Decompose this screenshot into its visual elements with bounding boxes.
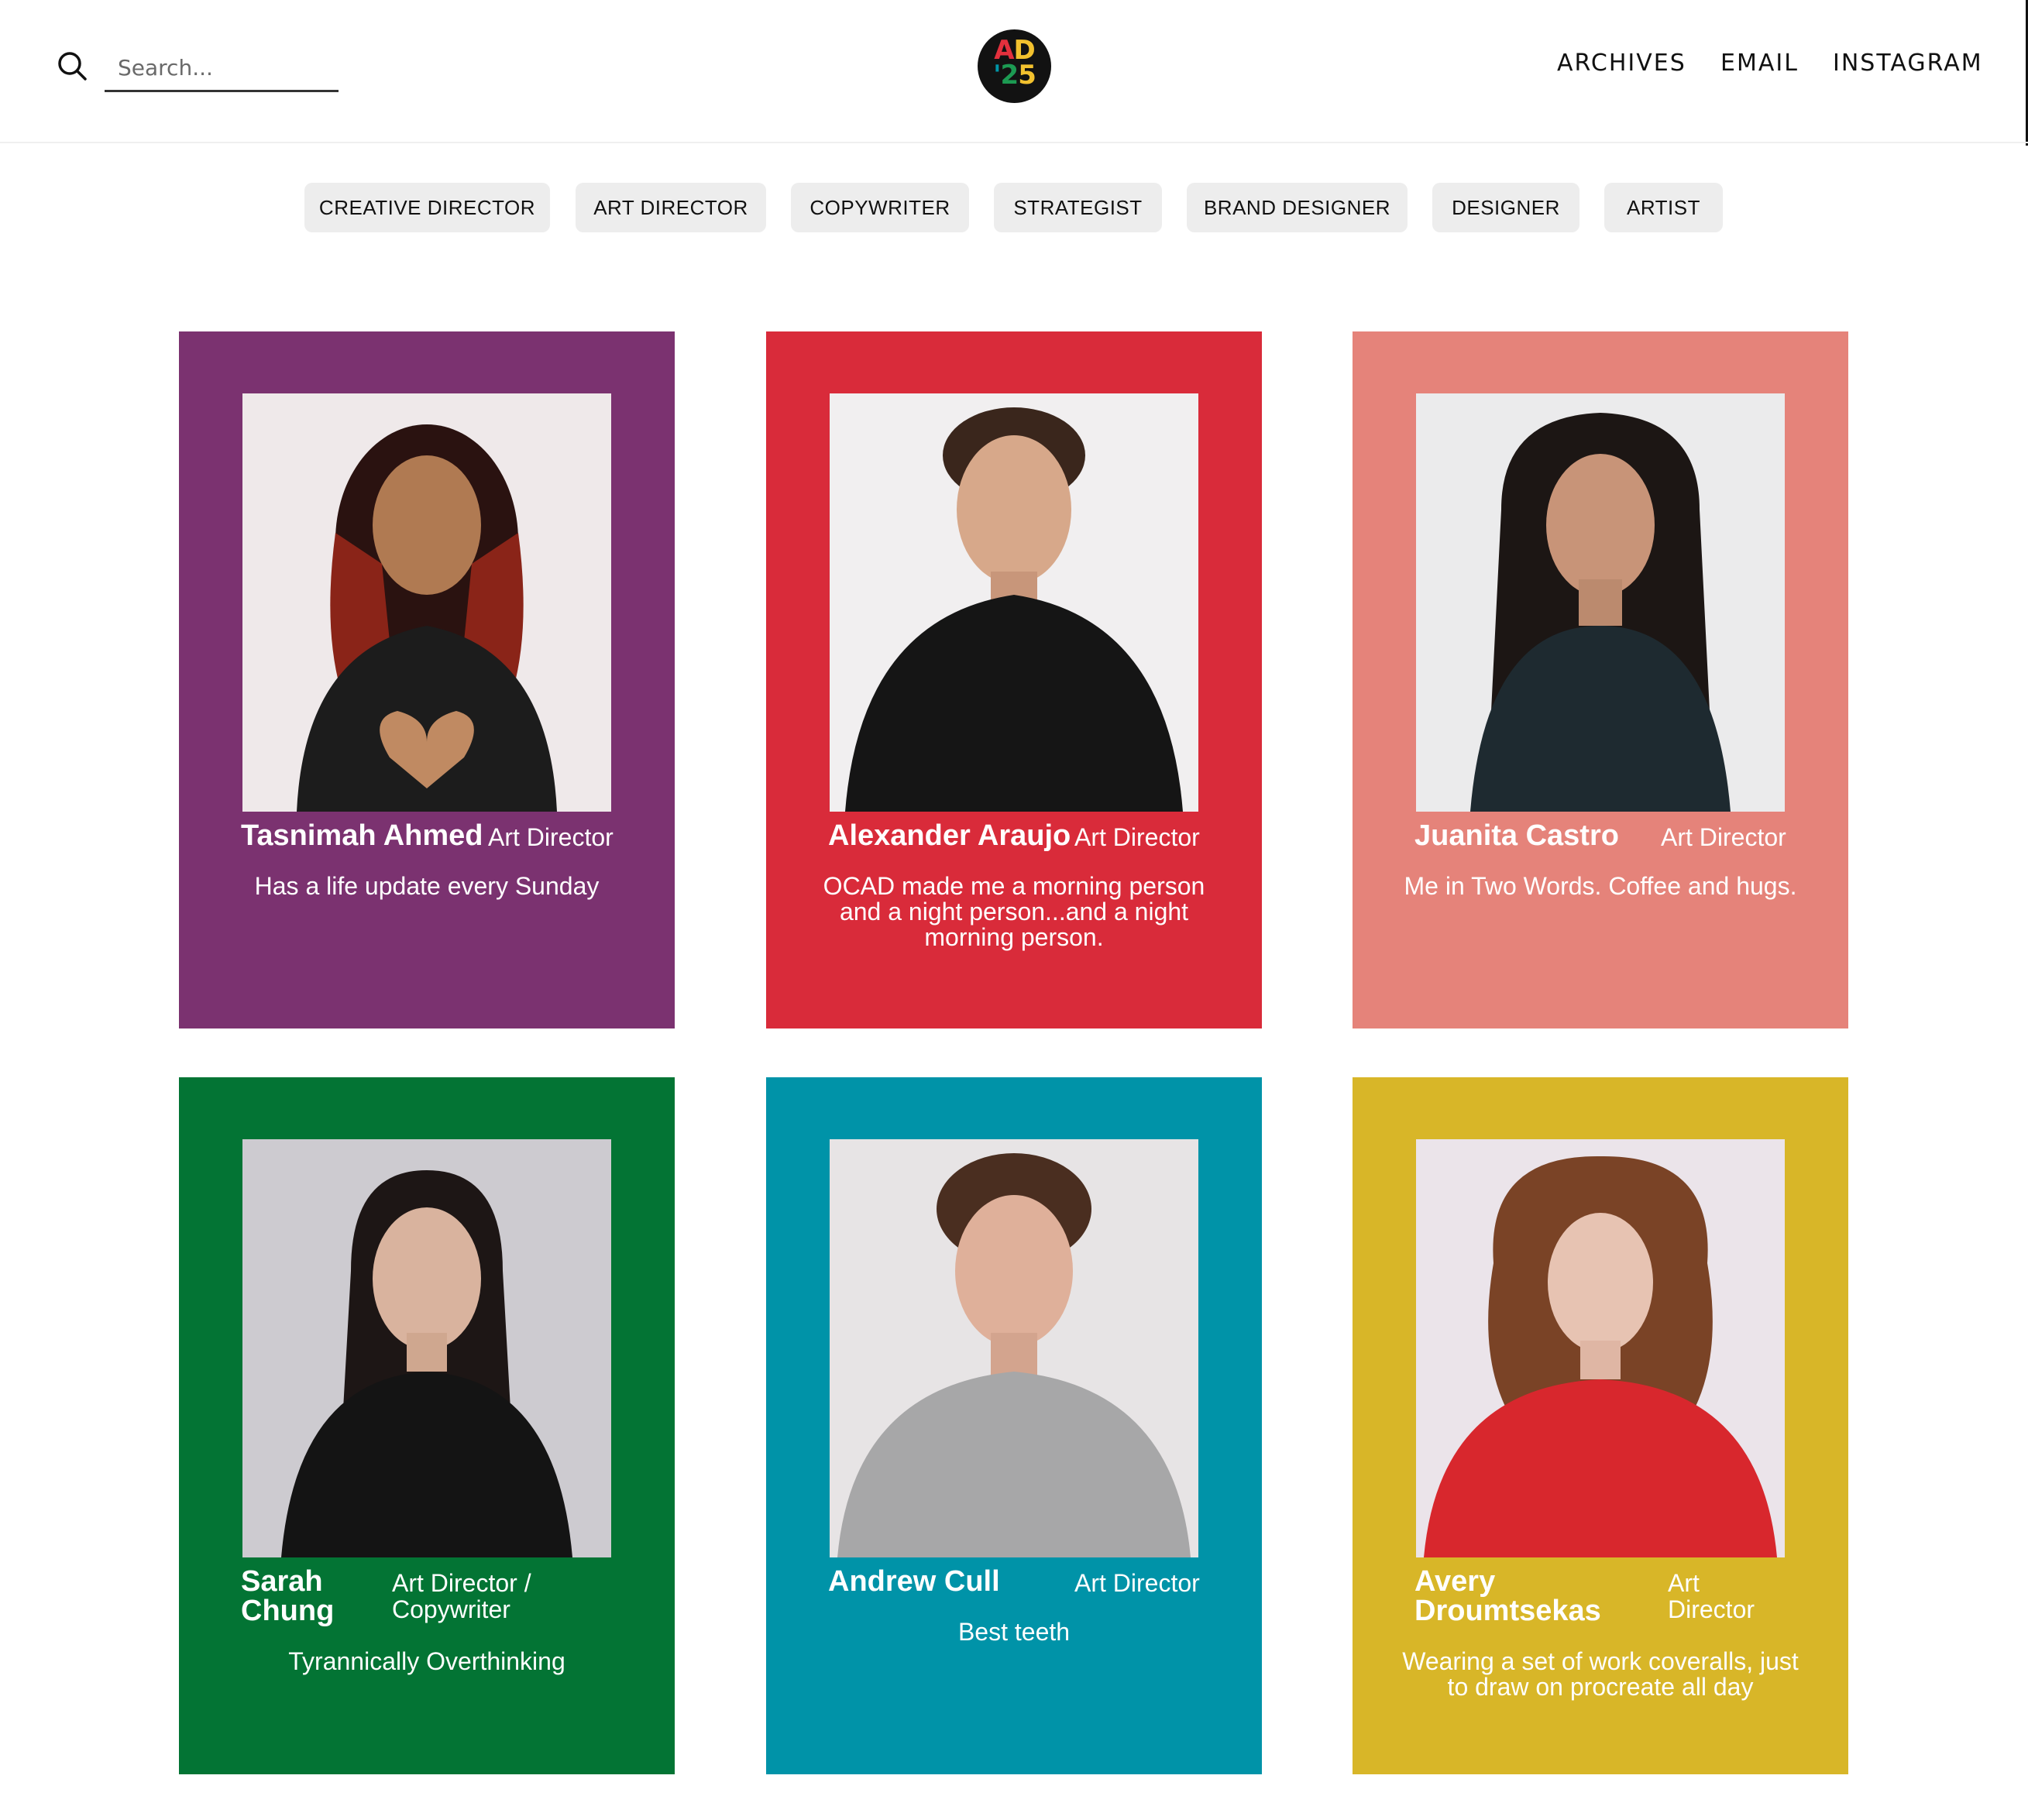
nav-instagram[interactable]: INSTAGRAM xyxy=(1833,50,1983,77)
student-card[interactable]: Avery Droumtsekas Art Director Wearing a… xyxy=(1353,1077,1848,1774)
student-name: Tasnimah Ahmed xyxy=(241,819,483,852)
filter-designer[interactable]: DESIGNER xyxy=(1432,183,1579,232)
student-role: Art Director xyxy=(1074,823,1200,851)
student-portrait xyxy=(242,1139,611,1557)
nav-email[interactable]: EMAIL xyxy=(1720,50,1799,77)
student-name: Alexander Araujo xyxy=(828,819,1071,852)
student-card[interactable]: Tasnimah Ahmed Art Director Has a life u… xyxy=(179,331,675,1028)
filter-creative-director[interactable]: CREATIVE DIRECTOR xyxy=(304,183,550,232)
logo-year-5: 5 xyxy=(1018,60,1036,91)
logo-year-2: 2 xyxy=(1000,60,1019,91)
site-header: AD '25 ARCHIVES EMAIL INSTAGRAM xyxy=(0,0,2028,143)
student-fun-fact: Me in Two Words. Coffee and hugs. xyxy=(1404,872,1797,900)
search-field xyxy=(105,48,342,92)
student-portrait xyxy=(830,1139,1198,1557)
student-portrait xyxy=(830,393,1198,812)
student-fun-fact: OCAD made me a morning person and a nigh… xyxy=(823,872,1205,951)
filter-artist[interactable]: ARTIST xyxy=(1604,183,1723,232)
search-icon[interactable] xyxy=(56,50,88,82)
student-fun-fact: Has a life update every Sunday xyxy=(254,872,600,900)
student-card[interactable]: Alexander Araujo Art Director OCAD made … xyxy=(766,331,1262,1028)
student-role: Art Director xyxy=(1668,1569,1755,1623)
student-name-text: Sarah Chung xyxy=(241,1565,335,1627)
search-input[interactable] xyxy=(105,48,342,87)
student-role: Art Director xyxy=(1074,1569,1200,1597)
student-role: Art Director / Copywriter xyxy=(392,1569,531,1623)
site-logo[interactable]: AD '25 xyxy=(978,29,1051,103)
logo-text-bottom: '25 xyxy=(978,62,1051,88)
student-portrait xyxy=(1416,393,1785,812)
student-card[interactable]: Sarah Chung Art Director / Copywriter Ty… xyxy=(179,1077,675,1774)
student-portrait xyxy=(242,393,611,812)
filter-art-director[interactable]: ART DIRECTOR xyxy=(576,183,766,232)
nav-archives[interactable]: ARCHIVES xyxy=(1557,50,1686,77)
student-role: Art Director xyxy=(488,823,614,851)
student-fun-fact: Wearing a set of work coveralls, just to… xyxy=(1402,1647,1799,1701)
student-role: Art Director xyxy=(1661,823,1786,851)
student-name: Andrew Cull xyxy=(828,1565,1000,1598)
student-name: Juanita Castro xyxy=(1414,819,1619,852)
student-fun-fact: Best teeth xyxy=(957,1618,1071,1646)
student-portrait xyxy=(1416,1139,1785,1557)
student-name: Avery Droumtsekas xyxy=(1414,1565,1601,1627)
filter-brand-designer[interactable]: BRAND DESIGNER xyxy=(1187,183,1408,232)
student-fun-fact: Tyrannically Overthinking xyxy=(288,1647,565,1675)
student-card[interactable]: Juanita Castro Art Director Me in Two Wo… xyxy=(1353,331,1848,1028)
student-name: Sarah Chung xyxy=(241,1567,357,1626)
filter-strategist[interactable]: STRATEGIST xyxy=(994,183,1162,232)
logo-year-apostrophe: ' xyxy=(993,60,1001,91)
filter-copywriter[interactable]: COPYWRITER xyxy=(791,183,969,232)
student-card[interactable]: Andrew Cull Art Director Best teeth xyxy=(766,1077,1262,1774)
